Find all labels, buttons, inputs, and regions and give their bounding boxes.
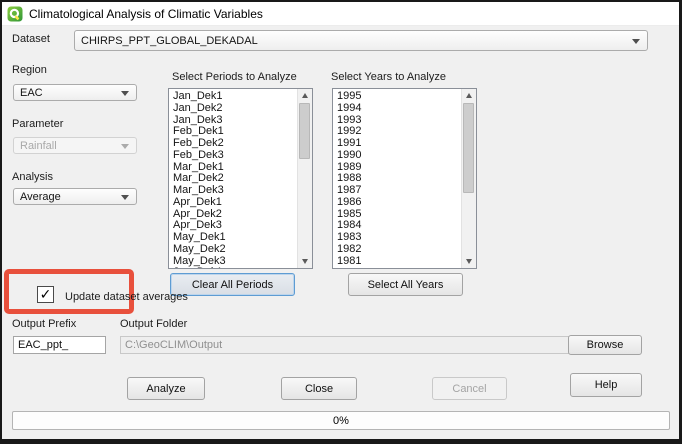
clear-all-periods-button[interactable]: Clear All Periods (170, 273, 295, 296)
period-item[interactable]: May_Dek2 (173, 244, 297, 256)
output-folder-input (120, 336, 617, 354)
output-folder-label: Output Folder (120, 318, 187, 330)
analyze-button[interactable]: Analyze (127, 377, 205, 400)
periods-label: Select Periods to Analyze (172, 71, 297, 83)
year-item[interactable]: 1986 (337, 197, 461, 209)
analysis-dropdown[interactable]: Average (13, 188, 137, 205)
region-value: EAC (20, 87, 43, 99)
periods-listbox[interactable]: Jan_Dek1Jan_Dek2Jan_Dek3Feb_Dek1Feb_Dek2… (168, 88, 313, 269)
region-dropdown[interactable]: EAC (13, 84, 137, 101)
scroll-up-icon[interactable] (298, 89, 312, 102)
analysis-label: Analysis (12, 171, 53, 183)
window-title: Climatological Analysis of Climatic Vari… (29, 7, 263, 21)
year-item[interactable]: 1981 (337, 256, 461, 268)
dataset-dropdown[interactable]: CHIRPS_PPT_GLOBAL_DEKADAL (74, 30, 648, 51)
years-label: Select Years to Analyze (331, 71, 446, 83)
year-item[interactable]: 1982 (337, 244, 461, 256)
output-prefix-label: Output Prefix (12, 318, 76, 330)
chevron-down-icon (121, 195, 129, 200)
chevron-down-icon (121, 91, 129, 96)
region-label: Region (12, 64, 47, 76)
parameter-dropdown: Rainfall (13, 137, 137, 154)
year-item[interactable]: 1990 (337, 150, 461, 162)
year-item[interactable]: 1983 (337, 232, 461, 244)
period-item[interactable]: Jun_Dek1 (173, 267, 297, 268)
checkmark-icon: ✓ (40, 286, 52, 303)
periods-scrollbar-thumb[interactable] (299, 103, 310, 159)
dataset-label: Dataset (12, 33, 50, 45)
analysis-value: Average (20, 191, 61, 203)
progress-value: 0% (333, 415, 349, 427)
period-item[interactable]: Feb_Dek3 (173, 150, 297, 162)
period-item[interactable]: Mar_Dek3 (173, 185, 297, 197)
year-item[interactable]: 1994 (337, 103, 461, 115)
periods-scrollbar[interactable] (297, 89, 312, 268)
scroll-down-icon[interactable] (462, 255, 476, 268)
update-averages-checkbox[interactable]: ✓ (37, 286, 54, 303)
period-item[interactable]: May_Dek1 (173, 232, 297, 244)
browse-button[interactable]: Browse (568, 335, 642, 355)
period-item[interactable]: Feb_Dek2 (173, 138, 297, 150)
year-item[interactable]: 1991 (337, 138, 461, 150)
progress-bar: 0% (12, 411, 670, 430)
year-item[interactable]: 1995 (337, 91, 461, 103)
period-item[interactable]: Apr_Dek1 (173, 197, 297, 209)
dataset-value: CHIRPS_PPT_GLOBAL_DEKADAL (81, 35, 258, 47)
parameter-value: Rainfall (20, 140, 57, 152)
chevron-down-icon (121, 144, 129, 149)
period-item[interactable]: Jan_Dek1 (173, 91, 297, 103)
chevron-down-icon (632, 39, 640, 44)
years-scrollbar-thumb[interactable] (463, 103, 474, 193)
close-button[interactable]: Close (281, 377, 357, 400)
years-scrollbar[interactable] (461, 89, 476, 268)
select-all-years-button[interactable]: Select All Years (348, 273, 463, 296)
years-listbox[interactable]: 1995199419931992199119901989198819871986… (332, 88, 477, 269)
help-button[interactable]: Help (570, 373, 642, 397)
title-bar: Climatological Analysis of Climatic Vari… (2, 2, 679, 26)
scroll-down-icon[interactable] (298, 255, 312, 268)
period-item[interactable]: Jan_Dek2 (173, 103, 297, 115)
qgis-logo-icon (7, 6, 23, 22)
parameter-label: Parameter (12, 118, 63, 130)
cancel-button: Cancel (432, 377, 507, 400)
year-item[interactable]: 1987 (337, 185, 461, 197)
dialog-window: Climatological Analysis of Climatic Vari… (0, 0, 682, 444)
update-averages-label: Update dataset averages (65, 291, 188, 303)
output-prefix-input[interactable] (13, 336, 106, 354)
scroll-up-icon[interactable] (462, 89, 476, 102)
